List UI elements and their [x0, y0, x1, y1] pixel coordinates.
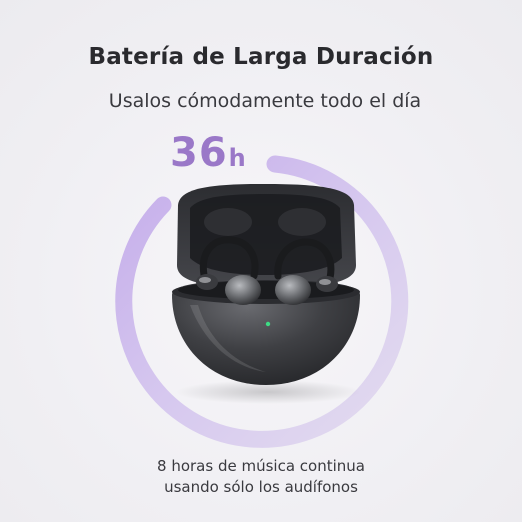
earbud-left	[225, 275, 261, 305]
product-banner: Batería de Larga Duración Usalos cómodam…	[0, 0, 522, 522]
battery-note-line-1: 8 horas de música continua	[157, 457, 365, 475]
battery-note-line-2: usando sólo los audífonos	[164, 478, 358, 496]
status-led	[265, 321, 271, 327]
earbud-right	[275, 275, 311, 305]
battery-note: 8 horas de música continua usando sólo l…	[0, 456, 522, 498]
earbuds-case-image	[172, 184, 360, 404]
